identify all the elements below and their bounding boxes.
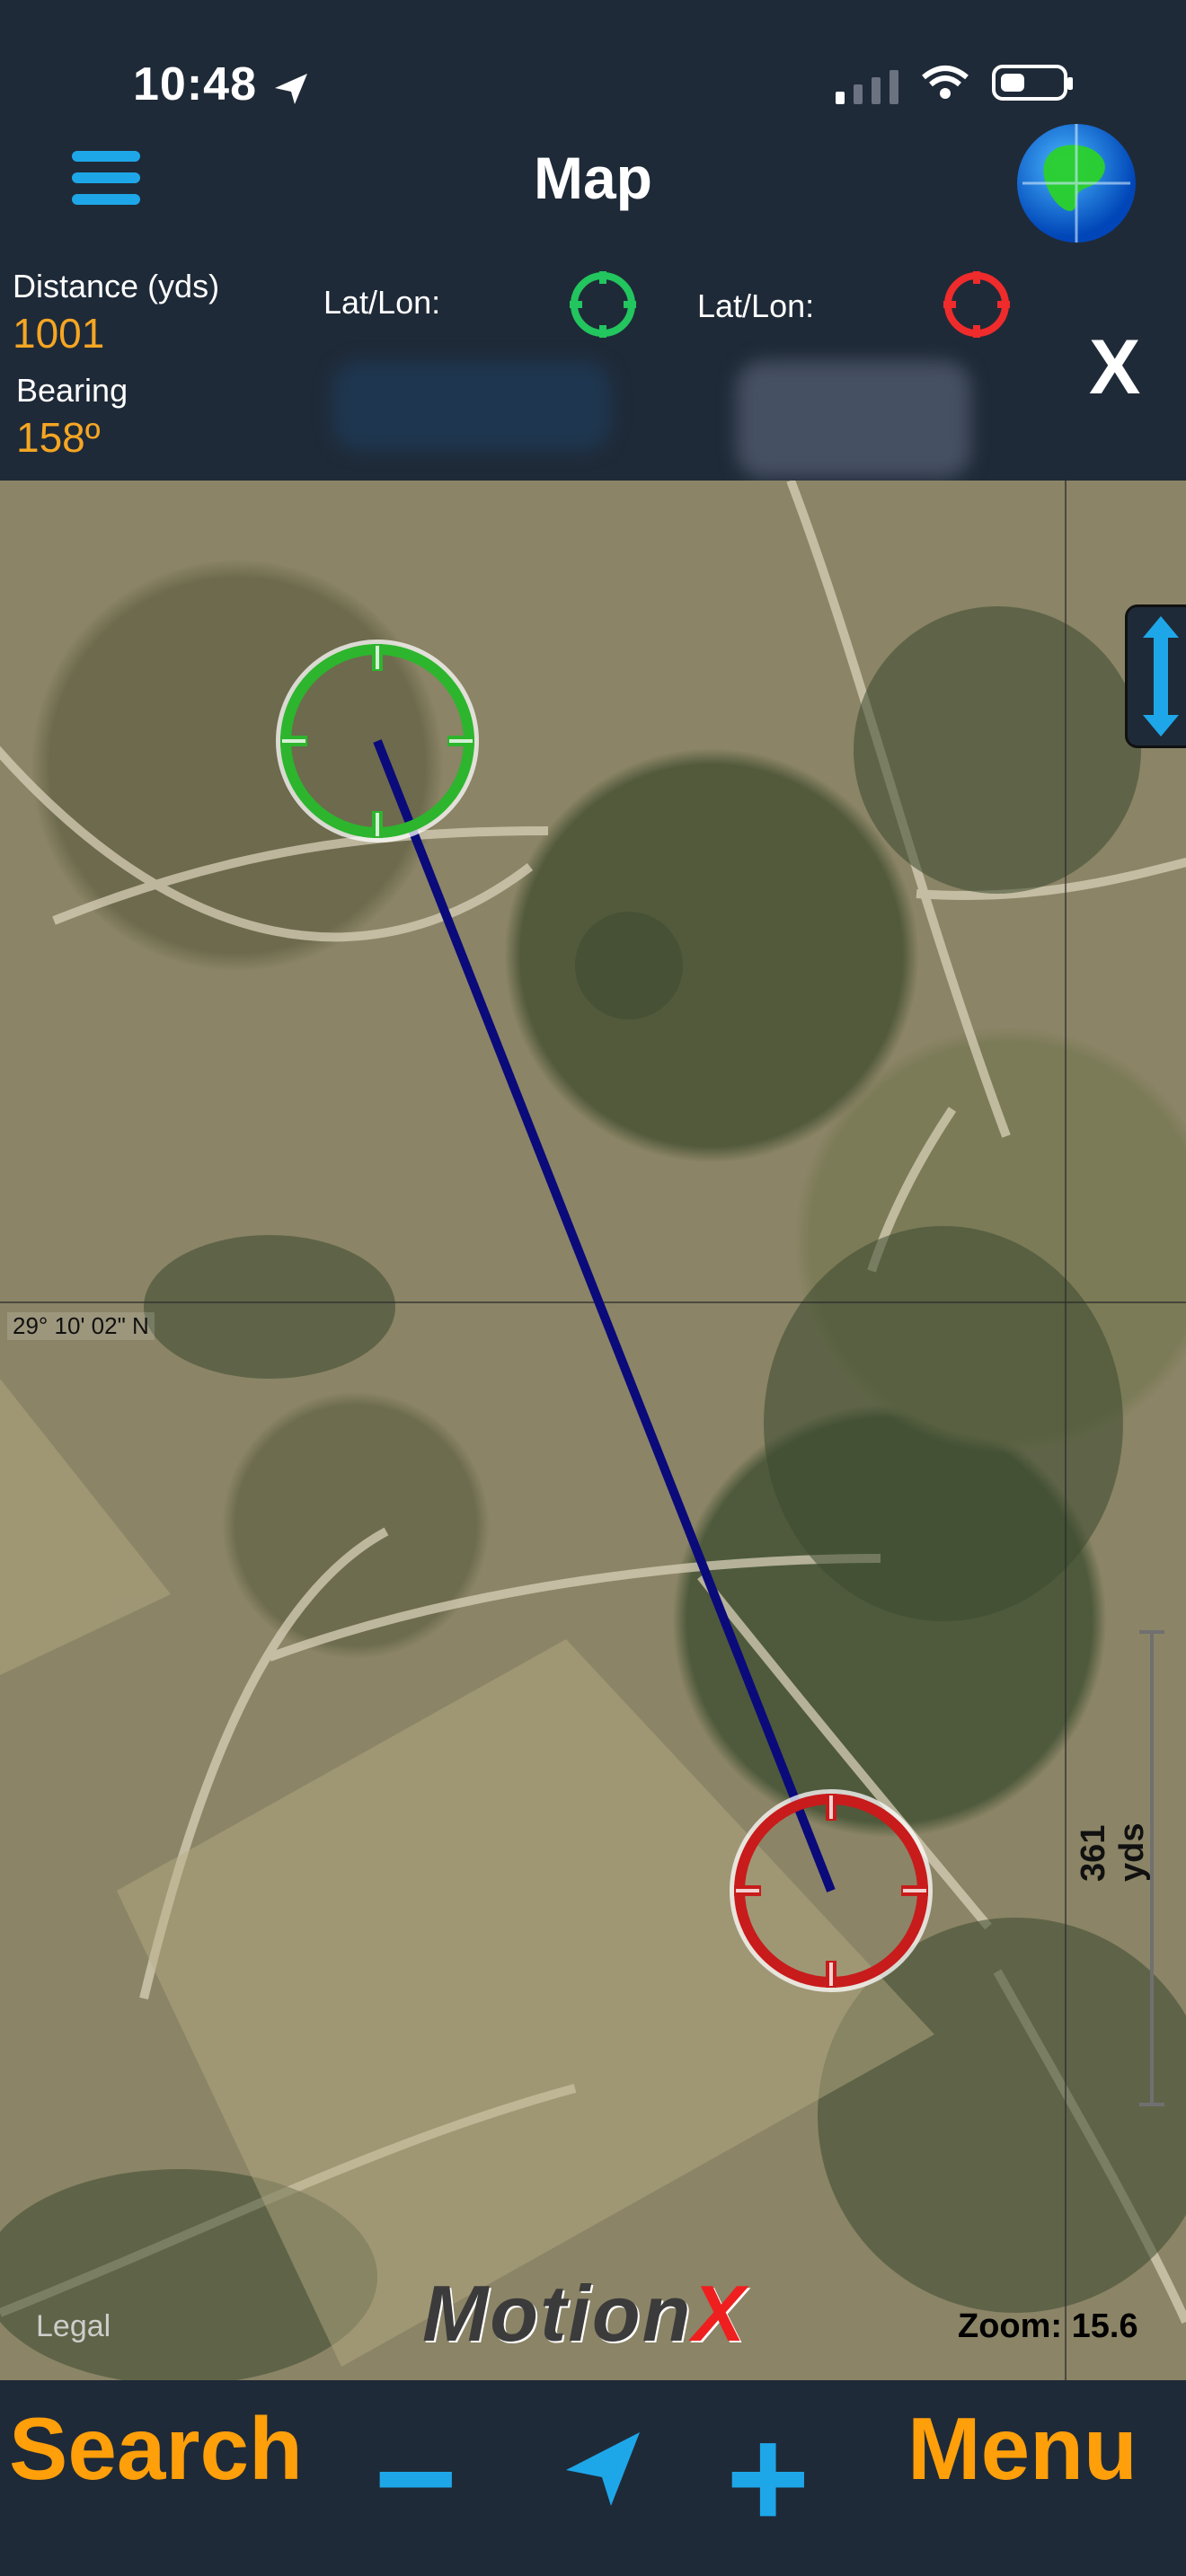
measurement-overlay: [276, 640, 933, 1992]
close-button[interactable]: X: [1089, 323, 1140, 412]
zoom-out-button[interactable]: −: [374, 2380, 457, 2576]
map-view[interactable]: 29° 10' 02" N 361 yds Legal MotionX Zoom…: [0, 481, 1186, 2380]
legal-link[interactable]: Legal: [36, 2309, 111, 2344]
scale-bar-top-tick: [1139, 1630, 1164, 1634]
latlon-value-red-blurred: [737, 361, 970, 478]
green-crosshair-icon[interactable]: [566, 268, 640, 341]
red-crosshair-icon[interactable]: [940, 268, 1013, 341]
search-button[interactable]: Search: [9, 2398, 303, 2500]
latlon-label-green: Lat/Lon:: [323, 284, 441, 321]
zoom-level: Zoom: 15.6: [958, 2307, 1138, 2345]
distance-value: 1001: [13, 310, 105, 357]
top-header: 10:48 Map Distance (yds) 1001 Bearing 15…: [0, 0, 1186, 481]
battery-icon: [992, 65, 1073, 101]
page-title: Map: [534, 145, 652, 211]
bearing-label: Bearing: [16, 372, 128, 409]
zoom-in-button[interactable]: +: [726, 2380, 810, 2576]
status-time: 10:48: [133, 58, 257, 110]
cellular-signal-icon: [836, 70, 898, 104]
motionx-logo-part1: Motion: [422, 2269, 693, 2358]
scale-label: 361 yds: [1075, 1822, 1151, 1882]
distance-label: Distance (yds): [13, 268, 220, 304]
scale-bar-bottom-tick: [1139, 2103, 1164, 2106]
motionx-logo-part2: X: [692, 2269, 748, 2358]
wifi-icon: [922, 66, 969, 99]
bearing-value: 158º: [16, 414, 101, 461]
location-arrow-icon: [275, 74, 307, 104]
globe-icon[interactable]: [1013, 120, 1139, 246]
distance-line: [373, 739, 836, 1892]
menu-button[interactable]: Menu: [907, 2398, 1137, 2500]
latlon-value-green-blurred: [332, 361, 611, 451]
motionx-logo: MotionX: [422, 2268, 747, 2360]
location-arrow-icon[interactable]: [557, 2423, 647, 2513]
bottom-toolbar: Search − + Menu: [0, 2380, 1186, 2576]
latlon-label-red: Lat/Lon:: [697, 287, 815, 324]
